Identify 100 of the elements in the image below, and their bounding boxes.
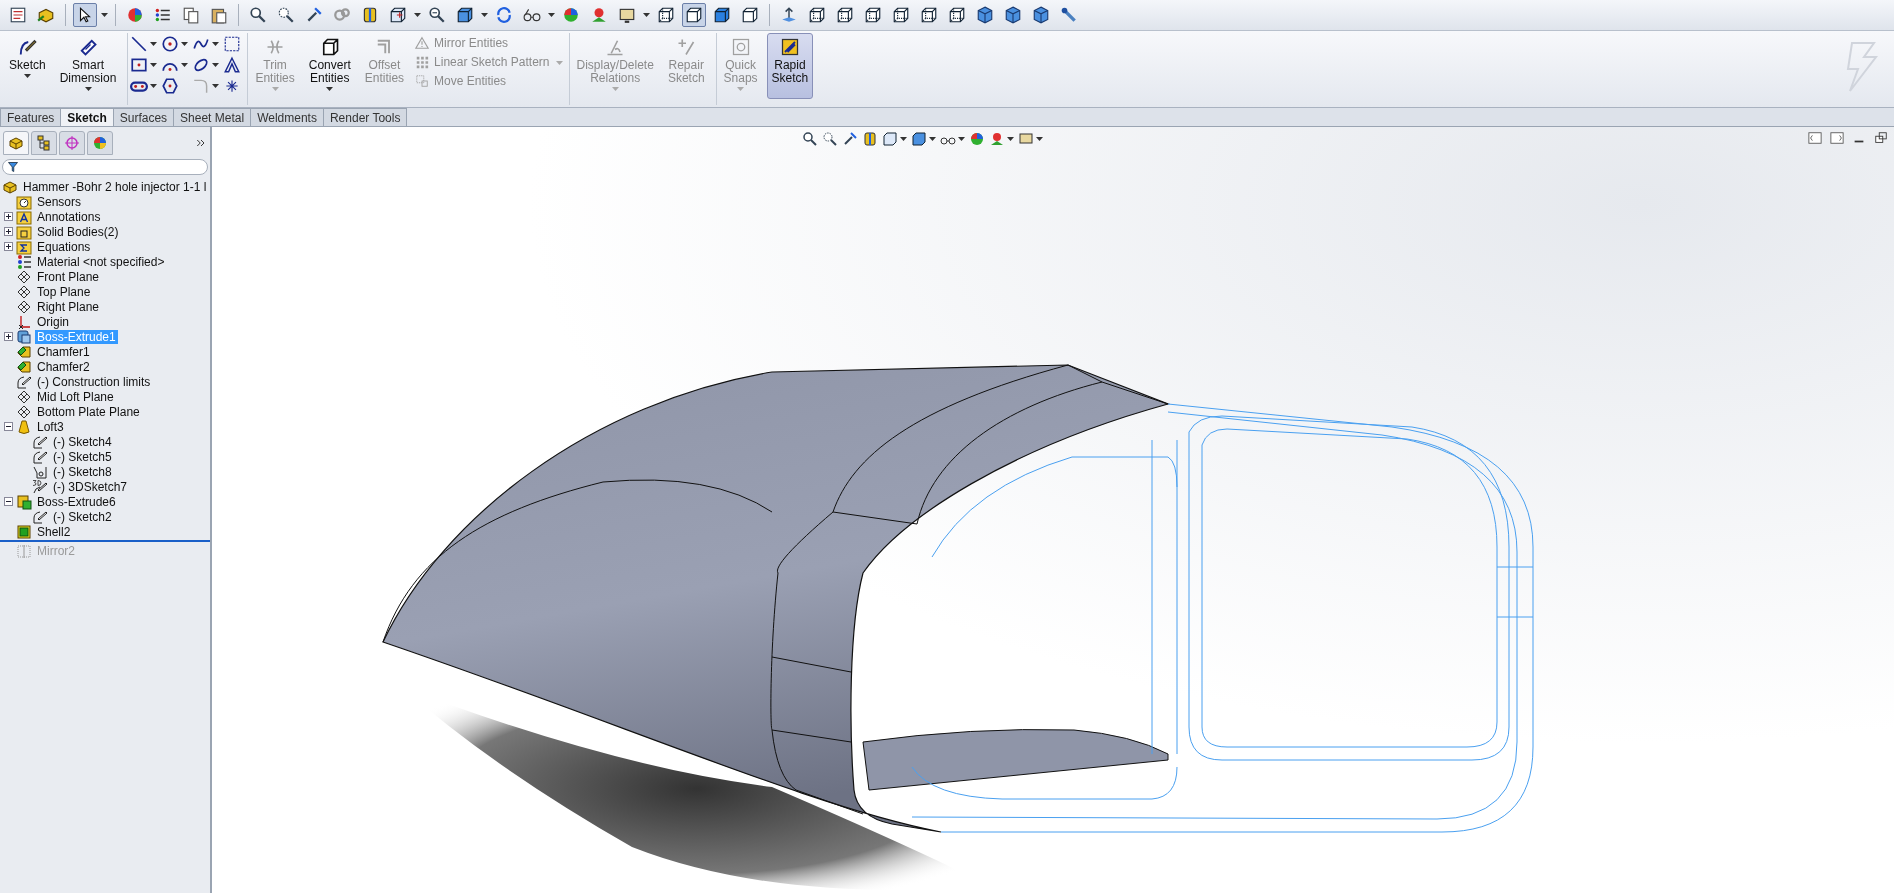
panel-tab[interactable] <box>3 131 29 155</box>
sketch-icon[interactable] <box>32 508 48 525</box>
tab[interactable]: Render Tools <box>322 108 408 126</box>
tab[interactable]: Sheet Metal <box>173 108 252 126</box>
color-wheel-icon[interactable] <box>126 6 144 24</box>
folder-icon[interactable] <box>16 238 32 255</box>
expand-icon[interactable] <box>4 212 13 221</box>
caret-icon[interactable] <box>958 136 965 142</box>
zoom-fit-icon[interactable] <box>249 6 267 24</box>
expand-icon[interactable] <box>4 242 13 251</box>
view-cube-icon[interactable] <box>1032 6 1050 24</box>
tree-icon[interactable] <box>36 135 52 151</box>
polygon-icon[interactable] <box>161 77 180 95</box>
view-cube-icon[interactable] <box>808 6 826 24</box>
view-cube-icon[interactable] <box>976 6 994 24</box>
cube-icon[interactable] <box>911 131 927 147</box>
caret-icon[interactable] <box>414 12 421 18</box>
caret-icon[interactable] <box>150 83 158 89</box>
plane-icon[interactable] <box>16 283 32 300</box>
tree-item[interactable]: (-) Sketch5 <box>51 449 114 464</box>
tab[interactable]: Features <box>0 108 62 126</box>
caret-icon[interactable] <box>326 87 334 92</box>
tree-item[interactable]: (-) Sketch8 <box>51 464 114 479</box>
text-icon[interactable] <box>223 56 242 74</box>
rectangle-icon[interactable] <box>130 56 149 74</box>
section-view-icon[interactable] <box>862 131 878 147</box>
color-ball-icon[interactable] <box>562 6 580 24</box>
caret-icon[interactable] <box>23 74 31 79</box>
filter-field[interactable] <box>2 159 208 175</box>
tree-item[interactable]: Boss-Extrude6 <box>35 494 118 509</box>
caret-icon[interactable] <box>548 12 555 18</box>
previous-view-icon[interactable] <box>842 131 858 147</box>
appearance-icon[interactable] <box>92 135 108 151</box>
color-ball-icon[interactable] <box>969 131 985 147</box>
scene-icon[interactable] <box>590 6 608 24</box>
display-style-icon[interactable] <box>713 6 731 24</box>
rapid-sketch-icon[interactable] <box>779 37 800 57</box>
caret-icon[interactable] <box>1036 136 1043 142</box>
panel-tab[interactable] <box>87 131 113 155</box>
tool-button[interactable]: Rapid Sketch <box>766 33 814 99</box>
view-cube-icon[interactable] <box>948 6 966 24</box>
list-icon[interactable] <box>154 6 172 24</box>
sketch-icon[interactable] <box>32 433 48 450</box>
caret-icon[interactable] <box>181 41 189 47</box>
view-cube-icon[interactable] <box>1004 6 1022 24</box>
properties-icon[interactable] <box>9 6 27 24</box>
cube-icon[interactable] <box>456 6 474 24</box>
tree-item[interactable]: Front Plane <box>35 269 102 284</box>
extrude-icon[interactable] <box>16 493 32 510</box>
display-style-icon[interactable] <box>685 6 703 24</box>
view-cube-icon[interactable] <box>920 6 938 24</box>
link-icon[interactable] <box>1060 6 1078 24</box>
dimension-icon[interactable] <box>78 37 99 57</box>
sketch-icon[interactable] <box>17 37 38 57</box>
caret-icon[interactable] <box>212 62 220 68</box>
caret-icon[interactable] <box>212 41 220 47</box>
chamfer-icon[interactable] <box>16 343 32 360</box>
tree-item[interactable]: Bottom Plate Plane <box>35 404 142 419</box>
view-cube-icon[interactable] <box>836 6 854 24</box>
tree-item[interactable]: Shell2 <box>35 524 73 539</box>
monitor-icon[interactable] <box>618 6 636 24</box>
tree-item[interactable]: Mid Loft Plane <box>35 389 116 404</box>
tree-item[interactable]: Chamfer1 <box>35 344 92 359</box>
display-style-icon[interactable] <box>657 6 675 24</box>
view-orientation-icon[interactable] <box>882 131 898 147</box>
plane-icon[interactable] <box>16 403 32 420</box>
caret-icon[interactable] <box>181 62 189 68</box>
panel-tab[interactable] <box>59 131 85 155</box>
tile-left-icon[interactable] <box>1808 131 1822 145</box>
zoom-fit-icon[interactable] <box>802 131 818 147</box>
folder-icon[interactable] <box>16 193 32 210</box>
sketch-icon[interactable] <box>32 448 48 465</box>
zoom-icon[interactable] <box>428 6 446 24</box>
tree-item[interactable]: (-) Construction limits <box>35 374 153 389</box>
collapse-icon[interactable] <box>4 497 13 506</box>
caret-icon[interactable] <box>643 12 650 18</box>
circle-icon[interactable] <box>161 35 180 53</box>
dashed-rectangle-icon[interactable] <box>223 35 242 53</box>
tab[interactable]: Surfaces <box>112 108 175 126</box>
crosshair-icon[interactable] <box>64 135 80 151</box>
plane-icon[interactable] <box>16 298 32 315</box>
panel-tab[interactable] <box>31 131 57 155</box>
plane-icon[interactable] <box>16 388 32 405</box>
scene-icon[interactable] <box>989 131 1005 147</box>
model-drawing[interactable] <box>382 364 1534 833</box>
glasses-icon[interactable] <box>523 6 541 24</box>
tree-item[interactable]: Solid Bodies(2) <box>35 224 121 239</box>
tree-item[interactable]: (-) Sketch2 <box>51 509 114 524</box>
display-style-icon[interactable] <box>741 6 759 24</box>
expand-icon[interactable] <box>4 227 13 236</box>
gears-icon[interactable] <box>333 6 351 24</box>
rotate-icon[interactable] <box>495 6 513 24</box>
caret-icon[interactable] <box>150 62 158 68</box>
origin-icon[interactable] <box>16 313 32 330</box>
expand-icon[interactable] <box>4 332 13 341</box>
paste-icon[interactable] <box>210 6 228 24</box>
line-icon[interactable] <box>130 35 149 53</box>
section-view-icon[interactable] <box>361 6 379 24</box>
tool-button[interactable]: Convert Entities <box>303 33 356 99</box>
caret-icon[interactable] <box>1007 136 1014 142</box>
